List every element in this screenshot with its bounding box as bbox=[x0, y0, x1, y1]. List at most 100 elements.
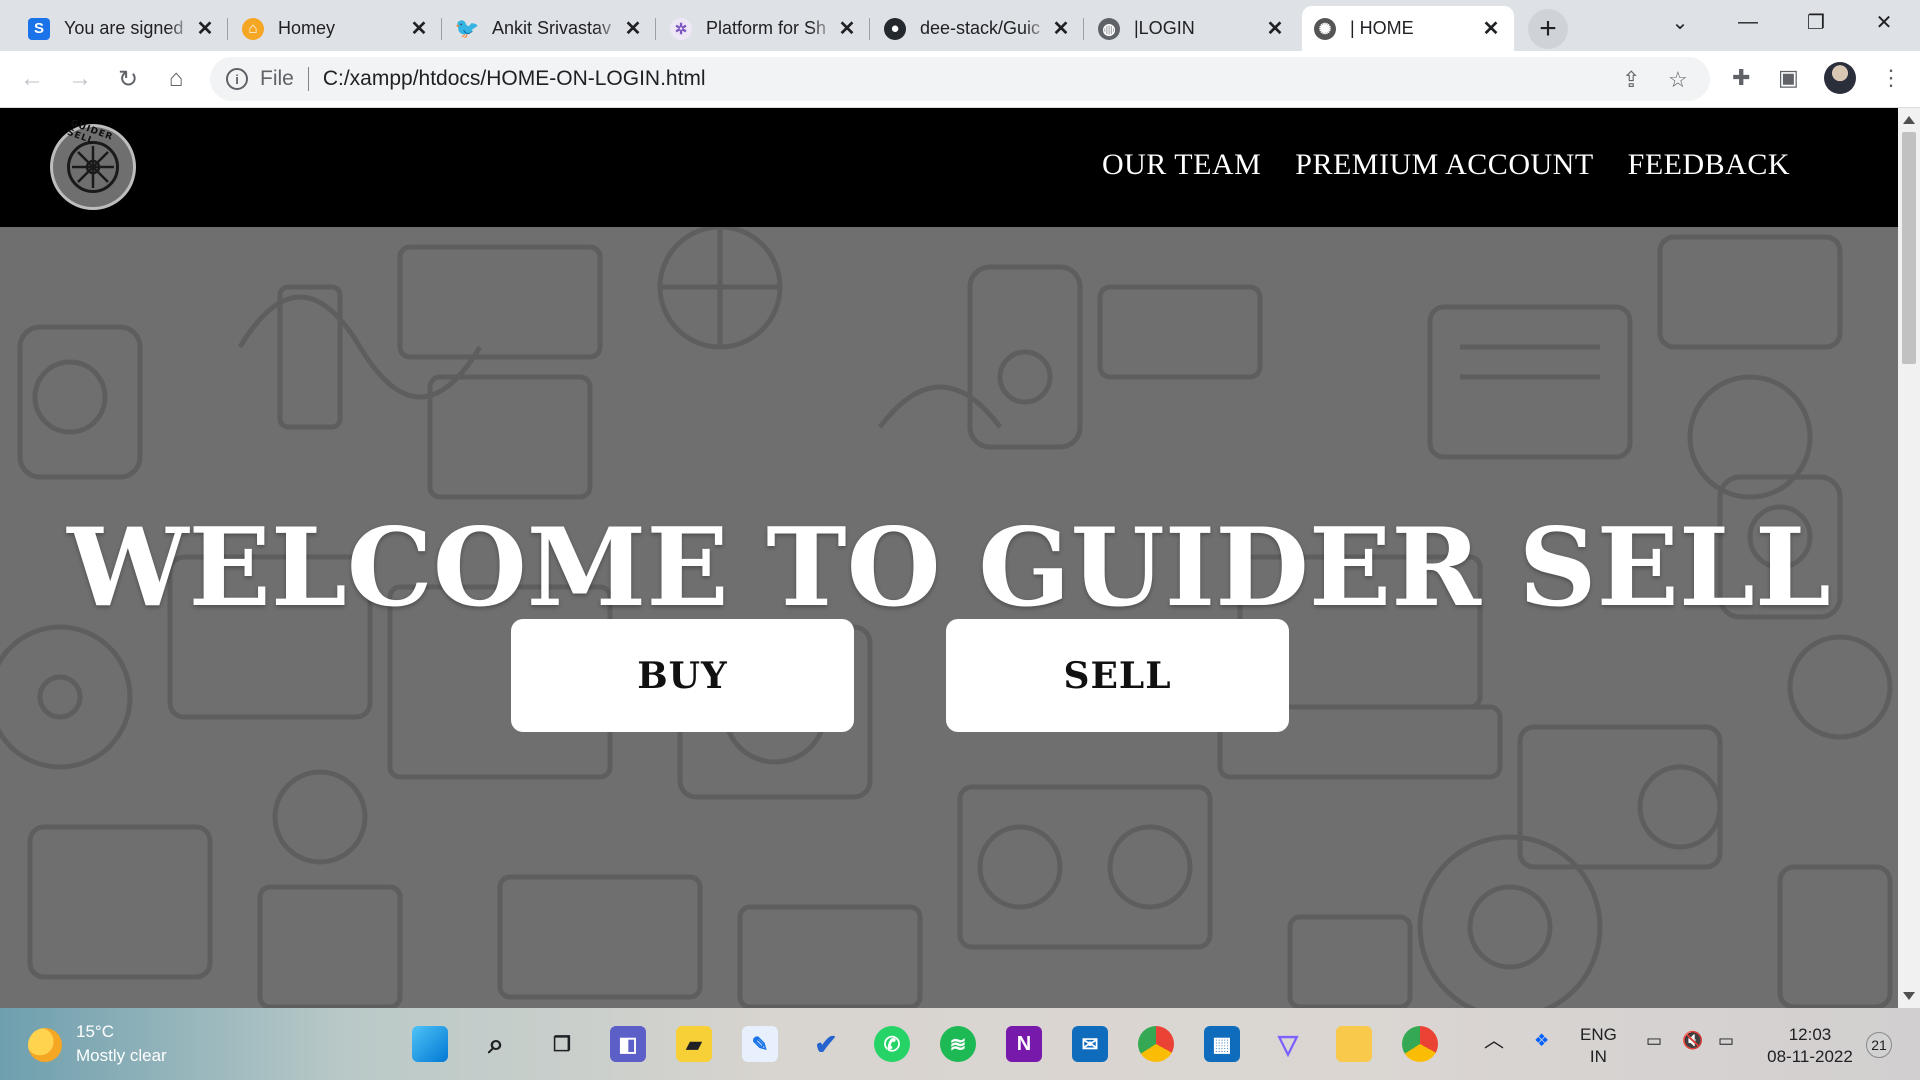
battery-icon[interactable]: ▭ bbox=[1718, 1030, 1734, 1052]
file-explorer-icon[interactable] bbox=[1336, 1026, 1372, 1062]
home-button[interactable]: ⌂ bbox=[158, 61, 194, 97]
network-icon[interactable]: ▭ bbox=[1646, 1030, 1662, 1052]
tab-github[interactable]: ● dee-stack/Guic ✕ bbox=[872, 6, 1084, 51]
tab-separator bbox=[1083, 18, 1084, 40]
tab-title: You are signed bbox=[64, 18, 184, 38]
globe-icon: ◍ bbox=[1098, 17, 1120, 40]
windows-taskbar: 15°C Mostly clear ⌕ ❐ ◧ ▰ ✎ ✔ ✆ ≋ N ✉ ▦ … bbox=[0, 1008, 1920, 1080]
buy-button[interactable]: BUY bbox=[511, 619, 854, 732]
github-icon: ● bbox=[884, 17, 906, 40]
site-nav: OUR TEAM PREMIUM ACCOUNT FEEDBACK bbox=[1102, 148, 1790, 182]
tab-strip: S You are signed ✕ ⌂ Homey ✕ 🐦 Ankit Sri… bbox=[0, 0, 1920, 51]
close-window-button[interactable]: ✕ bbox=[1854, 0, 1914, 44]
sticky-notes-icon[interactable]: ▰ bbox=[676, 1026, 712, 1062]
reload-button[interactable]: ↻ bbox=[110, 61, 146, 97]
extensions-icon[interactable]: ✚ bbox=[1732, 65, 1750, 91]
clock[interactable]: 12:03 08-11-2022 bbox=[1762, 1024, 1858, 1068]
tab-title: Platform for Sh bbox=[706, 18, 827, 38]
volume-muted-icon[interactable]: 🔇 bbox=[1682, 1030, 1703, 1052]
site-info-icon[interactable]: i bbox=[226, 68, 248, 90]
whatsapp-icon[interactable]: ✆ bbox=[874, 1026, 910, 1062]
close-icon[interactable]: ✕ bbox=[1480, 16, 1502, 41]
nav-feedback[interactable]: FEEDBACK bbox=[1628, 148, 1790, 182]
start-icon[interactable] bbox=[412, 1026, 448, 1062]
close-icon[interactable]: ✕ bbox=[1050, 16, 1072, 41]
calendar-icon[interactable]: ▦ bbox=[1204, 1026, 1240, 1062]
onenote-icon[interactable]: N bbox=[1006, 1026, 1042, 1062]
back-button[interactable]: ← bbox=[14, 61, 50, 97]
url-text[interactable]: C:/xampp/htdocs/HOME-ON-LOGIN.html bbox=[323, 67, 706, 91]
sell-button[interactable]: SELL bbox=[946, 619, 1289, 732]
whiteboard-icon[interactable]: ✎ bbox=[742, 1026, 778, 1062]
scroll-up-arrow[interactable] bbox=[1903, 116, 1915, 124]
region-code: IN bbox=[1589, 1047, 1607, 1066]
spotify-icon[interactable]: ≋ bbox=[940, 1026, 976, 1062]
tab-separator bbox=[441, 18, 442, 40]
menu-icon[interactable]: ⋮ bbox=[1880, 65, 1902, 91]
tab-separator bbox=[869, 18, 870, 40]
notification-badge[interactable]: 21 bbox=[1866, 1032, 1892, 1058]
search-icon[interactable]: ⌕ bbox=[478, 1026, 514, 1062]
scheme-label: File bbox=[260, 67, 294, 90]
tab-ankit[interactable]: 🐦 Ankit Srivastav ✕ bbox=[444, 6, 656, 51]
show-hidden-icons[interactable]: ︿ bbox=[1484, 1030, 1504, 1052]
page-scrollbar[interactable] bbox=[1898, 108, 1920, 1008]
chrome-icon[interactable] bbox=[1138, 1026, 1174, 1062]
tab-search-button[interactable]: ⌄ bbox=[1650, 0, 1710, 44]
restore-button[interactable]: ❐ bbox=[1786, 0, 1846, 44]
language-indicator[interactable]: ENG IN bbox=[1580, 1024, 1617, 1068]
language-code: ENG bbox=[1580, 1025, 1617, 1044]
new-tab-button[interactable]: + bbox=[1528, 9, 1568, 49]
time-text: 12:03 bbox=[1788, 1025, 1832, 1044]
tab-title: |LOGIN bbox=[1134, 18, 1195, 38]
dropbox-icon[interactable]: ❖ bbox=[1534, 1030, 1549, 1052]
close-icon[interactable]: ✕ bbox=[622, 16, 644, 41]
date-text: 08-11-2022 bbox=[1767, 1047, 1853, 1066]
scroll-down-arrow[interactable] bbox=[1903, 992, 1915, 1000]
tab-title: | HOME bbox=[1350, 18, 1414, 38]
minimize-button[interactable]: — bbox=[1718, 0, 1778, 44]
site-navbar: GUIDER SELL OUR TEAM PREMIUM ACCOUNT FEE… bbox=[0, 108, 1898, 227]
chrome-active-icon[interactable] bbox=[1402, 1026, 1438, 1062]
guider-sell-icon: ✺ bbox=[1314, 17, 1336, 40]
task-view-icon[interactable]: ❐ bbox=[544, 1026, 580, 1062]
homey-icon: ⌂ bbox=[242, 17, 264, 40]
weather-description[interactable]: Mostly clear bbox=[76, 1046, 167, 1066]
web-page: GUIDER SELL OUR TEAM PREMIUM ACCOUNT FEE… bbox=[0, 108, 1898, 1008]
weather-icon[interactable] bbox=[28, 1028, 62, 1062]
twitter-icon: 🐦 bbox=[454, 18, 480, 40]
tab-title: Ankit Srivastav bbox=[492, 18, 612, 38]
close-icon[interactable]: ✕ bbox=[408, 16, 430, 41]
browser-toolbar: ← → ↻ ⌂ i File C:/xampp/htdocs/HOME-ON-L… bbox=[0, 51, 1920, 108]
scroll-thumb[interactable] bbox=[1902, 132, 1916, 364]
nav-premium-account[interactable]: PREMIUM ACCOUNT bbox=[1295, 148, 1593, 182]
tab-you-are-signed[interactable]: S You are signed ✕ bbox=[16, 6, 228, 51]
tab-homey[interactable]: ⌂ Homey ✕ bbox=[230, 6, 442, 51]
todo-icon[interactable]: ✔ bbox=[808, 1026, 844, 1062]
teams-chat-icon[interactable]: ◧ bbox=[610, 1026, 646, 1062]
profile-avatar[interactable] bbox=[1824, 62, 1856, 94]
tab-login[interactable]: ◍ |LOGIN ✕ bbox=[1086, 6, 1298, 51]
forward-button[interactable]: → bbox=[62, 61, 98, 97]
address-bar[interactable]: i File C:/xampp/htdocs/HOME-ON-LOGIN.htm… bbox=[210, 57, 1710, 101]
tab-title: Homey bbox=[278, 18, 336, 38]
platform-icon: ✲ bbox=[670, 17, 692, 40]
bookmark-star-icon[interactable]: ☆ bbox=[1668, 67, 1688, 93]
mail-icon[interactable]: ✉ bbox=[1072, 1026, 1108, 1062]
side-panel-icon[interactable]: ▣ bbox=[1778, 65, 1799, 91]
tab-separator bbox=[655, 18, 656, 40]
tab-home[interactable]: ✺ | HOME ✕ bbox=[1302, 6, 1514, 51]
s-logo-icon: S bbox=[28, 17, 50, 40]
nav-our-team[interactable]: OUR TEAM bbox=[1102, 148, 1261, 182]
close-icon[interactable]: ✕ bbox=[1264, 16, 1286, 41]
share-icon[interactable]: ⇪ bbox=[1622, 67, 1640, 93]
copilot-icon[interactable]: ▽ bbox=[1270, 1026, 1306, 1062]
tab-separator bbox=[227, 18, 228, 40]
close-icon[interactable]: ✕ bbox=[194, 16, 216, 41]
weather-temperature[interactable]: 15°C bbox=[76, 1022, 114, 1042]
divider bbox=[307, 67, 309, 91]
tab-platform[interactable]: ✲ Platform for Sh ✕ bbox=[658, 6, 870, 51]
close-icon[interactable]: ✕ bbox=[836, 16, 858, 41]
hero-title: WELCOME TO GUIDER SELL bbox=[67, 505, 1831, 631]
guider-sell-logo[interactable]: GUIDER SELL bbox=[50, 118, 136, 210]
